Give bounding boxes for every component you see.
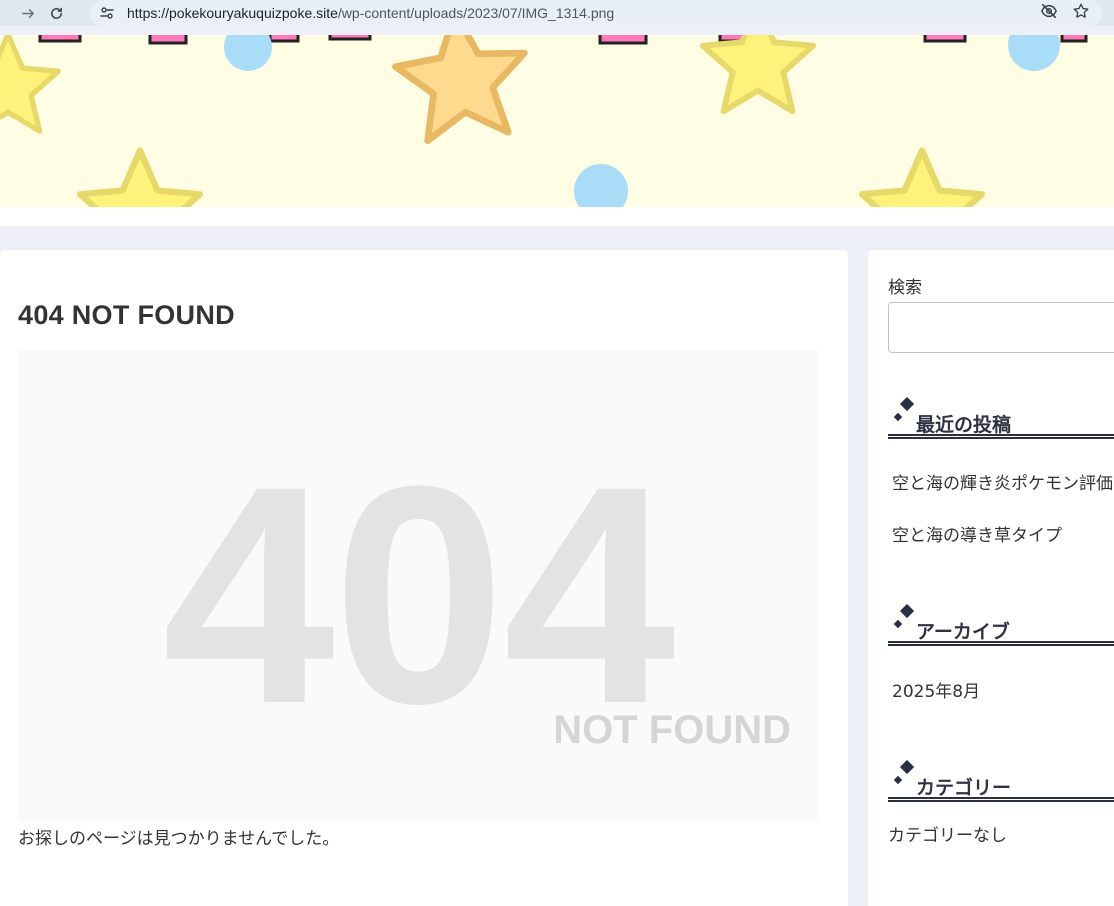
widget-divider [888, 434, 1114, 439]
url-text[interactable]: https://pokekouryakuquizpoke.site/wp-con… [127, 5, 614, 21]
search-label: 検索 [888, 278, 922, 298]
category-heading: カテゴリー [888, 758, 1114, 802]
widget-title: カテゴリー [916, 777, 1012, 799]
star-icon [390, 35, 532, 143]
header-gap [0, 207, 1114, 226]
circle-icon [224, 35, 272, 71]
recent-post-link[interactable]: 空と海の導き草タイプ [892, 521, 1062, 546]
browser-toolbar: https://pokekouryakuquizpoke.site/wp-con… [0, 0, 1114, 26]
page-title: 404 NOT FOUND [18, 300, 235, 330]
header-banner [0, 35, 1114, 207]
star-icon [703, 35, 813, 111]
title-letters-fragment [38, 35, 1088, 45]
tracking-protection-button[interactable] [1040, 2, 1058, 24]
site-info-icon [100, 7, 114, 19]
eye-off-icon [1040, 3, 1058, 19]
widget-title: アーカイブ [916, 621, 1010, 643]
not-found-image: 404 NOT FOUND [18, 350, 818, 821]
search-input[interactable] [888, 302, 1114, 353]
diamond-icon [893, 604, 914, 629]
not-found-message: お探しのページは見つかりませんでした。 [18, 829, 340, 849]
recent-posts-heading: 最近の投稿 [888, 395, 1114, 439]
address-bar[interactable]: https://pokekouryakuquizpoke.site/wp-con… [90, 0, 1102, 26]
archive-link[interactable]: 2025年8月 [892, 677, 980, 702]
widget-divider [888, 641, 1114, 646]
star-icon [1073, 3, 1089, 18]
archive-heading: アーカイブ [888, 602, 1114, 646]
recent-post-link[interactable]: 空と海の輝き炎ポケモン評価 [892, 469, 1113, 494]
category-empty-text: カテゴリーなし [888, 826, 1007, 846]
circle-icon [1008, 35, 1060, 71]
star-icon [0, 35, 58, 131]
circle-icon [574, 164, 628, 207]
widget-title: 最近の投稿 [916, 414, 1012, 436]
star-icon [862, 151, 982, 208]
site-info-button[interactable] [94, 0, 120, 26]
reload-button[interactable] [42, 0, 70, 26]
forward-icon [21, 8, 34, 18]
bookmark-button[interactable] [1072, 2, 1090, 24]
widget-divider [888, 797, 1114, 802]
url-path: /wp-content/uploads/2023/07/IMG_1314.png [337, 5, 615, 21]
url-host: https://pokekouryakuquizpoke.site [127, 5, 338, 21]
reload-icon [50, 7, 62, 19]
star-icon [80, 151, 200, 208]
image-sub-text: NOT FOUND [553, 708, 791, 752]
diamond-icon [893, 760, 914, 785]
diamond-icon [893, 397, 914, 422]
forward-button[interactable] [14, 0, 42, 26]
